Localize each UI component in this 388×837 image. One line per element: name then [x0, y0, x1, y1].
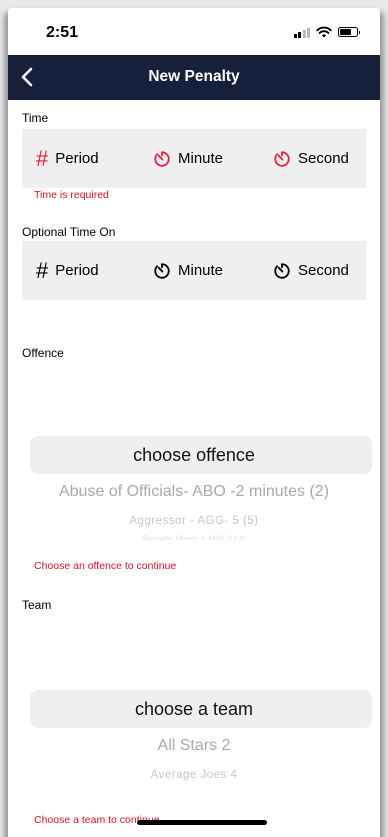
app-screen: 2:51 New Penalty Time # Period Minute Se…: [8, 8, 380, 837]
time-minute-field[interactable]: Minute: [153, 129, 223, 188]
time-on-period-label: Period: [55, 262, 99, 279]
timer-icon: [154, 262, 170, 279]
status-time: 2:51: [46, 24, 79, 41]
team-option[interactable]: All Stars 2: [8, 737, 380, 755]
offence-option[interactable]: Abuse of Officials- ABO -2 minutes (2): [8, 483, 380, 501]
hash-icon: #: [36, 145, 49, 171]
offence-error: Choose an offence to continue: [34, 560, 177, 572]
page-title: New Penalty: [148, 68, 240, 85]
time-period-field[interactable]: # Period: [36, 129, 99, 188]
offence-picker-selected[interactable]: choose offence: [8, 445, 380, 466]
home-indicator[interactable]: [137, 820, 267, 825]
time-on-minute-field[interactable]: Minute: [153, 241, 223, 300]
signal-icon: [293, 27, 310, 38]
time-error: Time is required: [34, 189, 109, 201]
team-label: Team: [22, 598, 52, 612]
time-on-second-label: Second: [298, 262, 349, 279]
time-on-period-field[interactable]: # Period: [36, 241, 99, 300]
timer-icon: [154, 150, 170, 167]
team-option[interactable]: Average Joes 4: [8, 769, 380, 781]
nav-bar: New Penalty: [8, 55, 380, 100]
time-label: Time: [22, 111, 49, 125]
time-on-minute-label: Minute: [178, 262, 224, 279]
timer-icon: [274, 150, 290, 167]
status-icons: [293, 26, 360, 38]
time-second-field[interactable]: Second: [273, 129, 349, 188]
offence-option[interactable]: Penalty Minor + MIS 2 (2): [8, 533, 380, 540]
time-on-field-group: # Period Minute Second: [22, 241, 366, 300]
time-on-second-field[interactable]: Second: [273, 241, 349, 300]
time-field-group: # Period Minute Second: [22, 129, 366, 188]
offence-label: Offence: [22, 346, 64, 360]
battery-icon: [338, 27, 360, 37]
status-bar: 2:51: [8, 8, 380, 55]
offence-option[interactable]: Aggressor - AGG- 5 (5): [8, 515, 380, 527]
time-second-label: Second: [298, 150, 349, 167]
time-minute-label: Minute: [178, 150, 224, 167]
time-on-label: Optional Time On: [22, 225, 116, 239]
time-period-label: Period: [55, 150, 99, 167]
team-picker-selected[interactable]: choose a team: [8, 699, 380, 720]
timer-icon: [274, 262, 290, 279]
wifi-icon: [316, 26, 332, 38]
hash-icon: #: [36, 257, 49, 283]
